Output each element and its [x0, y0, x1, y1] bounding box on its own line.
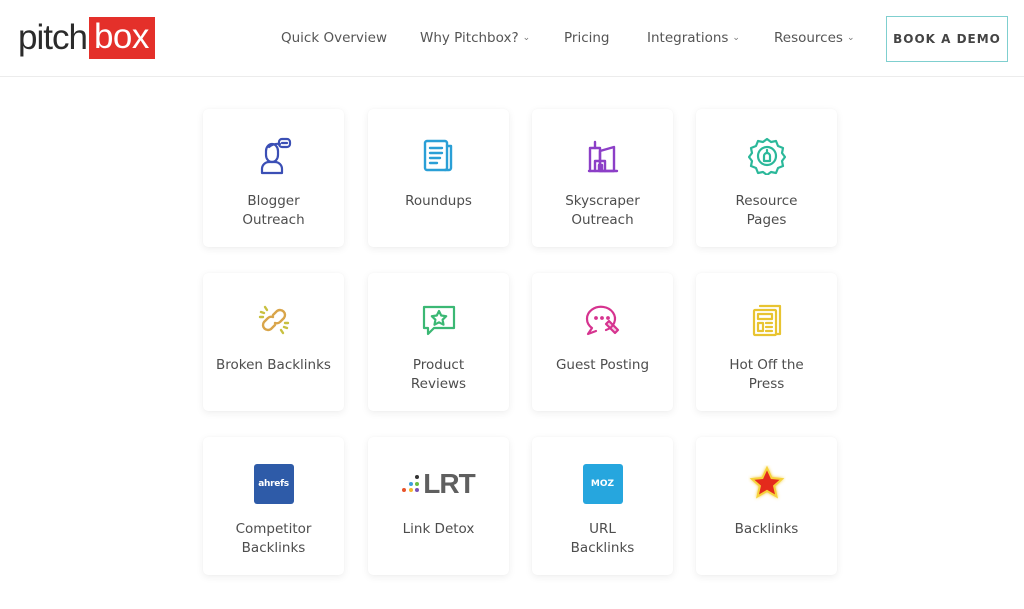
chevron-down-icon: ⌄ [522, 33, 531, 43]
logo-text-pitch: pitch [18, 18, 88, 57]
card-guest-posting[interactable]: Guest Posting [532, 273, 673, 411]
moz-logo-icon: MOZ [582, 464, 624, 504]
logo-text-box: box [88, 17, 155, 59]
nav-label: Resources [774, 30, 843, 46]
card-competitor-backlinks[interactable]: ahrefs Competitor Backlinks [203, 437, 344, 575]
card-label: Competitor Backlinks [235, 521, 312, 556]
card-label: Roundups [405, 193, 472, 209]
card-label: Broken Backlinks [216, 357, 331, 373]
card-label: URL Backlinks [570, 521, 635, 556]
broken-link-icon [253, 301, 295, 339]
newspaper-icon [418, 137, 460, 175]
review-star-bubble-icon [418, 301, 460, 339]
press-newspaper-icon [746, 301, 788, 339]
nav-pricing[interactable]: Pricing [564, 30, 610, 46]
nav-label: Pricing [564, 30, 610, 46]
pitchbox-logo[interactable]: pitch box [18, 17, 155, 59]
ahrefs-logo-text: ahrefs [253, 464, 294, 504]
card-label: Skyscraper Outreach [565, 193, 640, 228]
nav-label: Quick Overview [281, 30, 388, 46]
card-label: Guest Posting [555, 357, 650, 373]
ahrefs-logo-icon: ahrefs [253, 464, 295, 504]
card-link-detox[interactable]: LRT Link Detox [368, 437, 509, 575]
card-label: Link Detox [402, 521, 475, 537]
card-blogger-outreach[interactable]: Blogger Outreach [203, 109, 344, 247]
nav-why-pitchbox[interactable]: Why Pitchbox? ⌄ [420, 30, 530, 46]
card-label: Resource Pages [735, 193, 798, 228]
badge-icon [746, 137, 788, 175]
card-roundups[interactable]: Roundups [368, 109, 509, 247]
card-product-reviews[interactable]: Product Reviews [368, 273, 509, 411]
moz-logo-text: MOZ [582, 464, 623, 504]
nav-label: Why Pitchbox? [420, 30, 519, 46]
nav-quick-overview[interactable]: Quick Overview [281, 30, 387, 46]
site-header: pitch box Quick Overview Why Pitchbox? ⌄ … [0, 0, 1024, 77]
card-label: Blogger Outreach [242, 193, 305, 228]
lrt-logo-icon: LRT [394, 465, 484, 503]
card-skyscraper-outreach[interactable]: Skyscraper Outreach [532, 109, 673, 247]
card-resource-pages[interactable]: Resource Pages [696, 109, 837, 247]
lrt-dots-icon [402, 475, 420, 493]
chat-pen-icon [582, 301, 624, 339]
card-url-backlinks[interactable]: MOZ URL Backlinks [532, 437, 673, 575]
nav-label: Integrations [647, 30, 729, 46]
book-a-demo-button[interactable]: BOOK A DEMO [886, 16, 1008, 62]
buildings-icon [582, 137, 624, 175]
card-backlinks[interactable]: Backlinks [696, 437, 837, 575]
card-label: Hot Off the Press [729, 357, 804, 392]
card-hot-off-the-press[interactable]: Hot Off the Press [696, 273, 837, 411]
blogger-person-icon [253, 137, 295, 175]
nav-resources[interactable]: Resources ⌄ [774, 30, 855, 46]
card-label: Backlinks [734, 521, 799, 537]
nav-integrations[interactable]: Integrations ⌄ [647, 30, 740, 46]
chevron-down-icon: ⌄ [732, 33, 740, 43]
lrt-logo-text: LRT [423, 468, 475, 499]
star-icon [746, 465, 788, 503]
card-broken-backlinks[interactable]: Broken Backlinks [203, 273, 344, 411]
chevron-down-icon: ⌄ [846, 33, 855, 43]
card-label: Product Reviews [410, 357, 467, 392]
